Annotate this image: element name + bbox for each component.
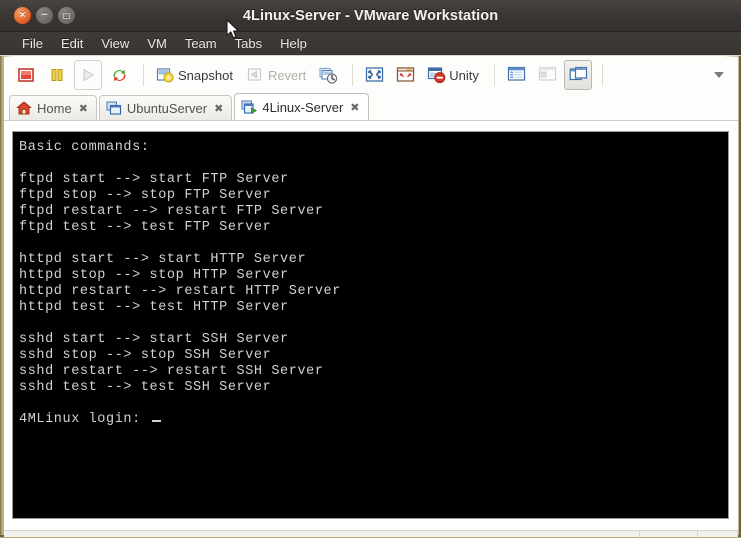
stop-icon xyxy=(17,66,35,84)
fullscreen-icon xyxy=(365,66,384,84)
tab-ubuntuserver[interactable]: UbuntuServer ✖ xyxy=(98,95,233,120)
tab-home-label: Home xyxy=(37,100,72,116)
snapshot-icon xyxy=(156,66,174,84)
chevron-down-icon[interactable] xyxy=(714,72,724,78)
suspend-button[interactable] xyxy=(43,60,71,90)
snapshot-button[interactable]: Snapshot xyxy=(151,60,238,90)
terminal-line: httpd start --> start HTTP Server xyxy=(19,252,307,267)
terminal-line: ftpd stop --> stop FTP Server xyxy=(19,188,272,203)
tab-4linux-server[interactable]: 4Linux-Server ✖ xyxy=(234,93,369,120)
thumbnail-bar-button[interactable] xyxy=(533,60,561,90)
tab-4linux-server-close-icon[interactable]: ✖ xyxy=(350,102,359,113)
menu-bar: File Edit View VM Team Tabs Help xyxy=(0,32,741,56)
window-title: 4Linux-Server - VMware Workstation xyxy=(242,8,499,24)
terminal-line: httpd stop --> stop HTTP Server xyxy=(19,268,289,283)
terminal-line: Basic commands: xyxy=(19,140,150,155)
tab-home[interactable]: Home ✖ xyxy=(9,95,97,120)
terminal-line: sshd stop --> stop SSH Server xyxy=(19,348,272,363)
quick-switch-icon xyxy=(396,66,415,84)
unity-label: Unity xyxy=(449,67,479,83)
tabs-view-icon xyxy=(569,66,587,84)
reset-button[interactable] xyxy=(105,60,133,90)
revert-icon xyxy=(246,66,264,84)
terminal-line: httpd restart --> restart HTTP Server xyxy=(19,284,341,299)
toolbar: Snapshot Revert Unity xyxy=(4,57,738,93)
toolbar-separator xyxy=(143,64,144,86)
menu-item-edit[interactable]: Edit xyxy=(52,34,92,53)
terminal-line: ftpd start --> start FTP Server xyxy=(19,172,289,187)
status-message-cell xyxy=(4,530,640,538)
mouse-cursor xyxy=(226,19,241,46)
tab-ubuntuserver-close-icon[interactable]: ✖ xyxy=(214,103,223,114)
menu-item-help[interactable]: Help xyxy=(271,34,316,53)
terminal-line: httpd test --> test HTTP Server xyxy=(19,300,289,315)
status-device-cell-2 xyxy=(698,530,738,538)
fullscreen-button[interactable] xyxy=(360,60,388,90)
terminal-line: ftpd test --> test FTP Server xyxy=(19,220,272,235)
menu-item-file[interactable]: File xyxy=(13,34,52,53)
power-off-button[interactable] xyxy=(12,60,40,90)
menu-item-vm[interactable]: VM xyxy=(138,34,176,53)
snapshot-label: Snapshot xyxy=(178,67,233,83)
guest-terminal-console[interactable]: Basic commands: ftpd start --> start FTP… xyxy=(12,131,729,519)
play-icon xyxy=(79,66,97,84)
vm-icon xyxy=(106,100,122,116)
toolbar-separator-3 xyxy=(493,64,495,86)
terminal-line: sshd test --> test SSH Server xyxy=(19,380,272,395)
tab-ubuntuserver-label: UbuntuServer xyxy=(126,100,208,116)
tab-bar: Home ✖ UbuntuServer ✖ 4Linux-Server ✖ xyxy=(4,93,738,120)
tab-home-close-icon[interactable]: ✖ xyxy=(79,103,88,114)
vmware-workstation-window: × − □ 4Linux-Server - VMware Workstation… xyxy=(0,0,741,538)
snapshot-manager-button[interactable] xyxy=(314,60,342,90)
menu-item-view[interactable]: View xyxy=(92,34,138,53)
terminal-line: sshd start --> start SSH Server xyxy=(19,332,289,347)
title-bar: × − □ 4Linux-Server - VMware Workstation xyxy=(0,0,741,32)
show-library-button[interactable] xyxy=(502,60,530,90)
terminal-cursor xyxy=(151,420,161,422)
thumbnail-bar-icon xyxy=(538,66,556,84)
unity-icon xyxy=(427,66,446,84)
home-icon xyxy=(16,100,32,116)
unity-button[interactable]: Unity xyxy=(422,60,484,90)
toolbar-separator-2 xyxy=(352,64,354,86)
tabs-view-button[interactable] xyxy=(563,60,592,90)
revert-button[interactable]: Revert xyxy=(241,60,311,90)
tab-4linux-server-label: 4Linux-Server xyxy=(262,99,344,115)
pause-icon xyxy=(48,66,66,84)
terminal-line: ftpd restart --> restart FTP Server xyxy=(19,204,324,219)
status-bar xyxy=(4,530,738,538)
status-device-cell-1 xyxy=(640,530,698,538)
reset-icon xyxy=(110,66,128,84)
terminal-output: Basic commands: ftpd start --> start FTP… xyxy=(19,140,341,428)
terminal-line: 4MLinux login: xyxy=(19,412,341,428)
vm-running-icon xyxy=(241,99,258,115)
vm-screen-area: Basic commands: ftpd start --> start FTP… xyxy=(4,120,738,530)
terminal-line: sshd restart --> restart SSH Server xyxy=(19,364,324,379)
revert-label: Revert xyxy=(267,67,307,83)
snapshot-manager-icon xyxy=(319,66,338,84)
toolbar-separator-4 xyxy=(601,64,603,86)
power-on-button[interactable] xyxy=(74,60,102,90)
menu-item-team[interactable]: Team xyxy=(176,34,226,53)
quick-switch-button[interactable] xyxy=(391,60,419,90)
show-sidebar-icon xyxy=(507,66,525,84)
